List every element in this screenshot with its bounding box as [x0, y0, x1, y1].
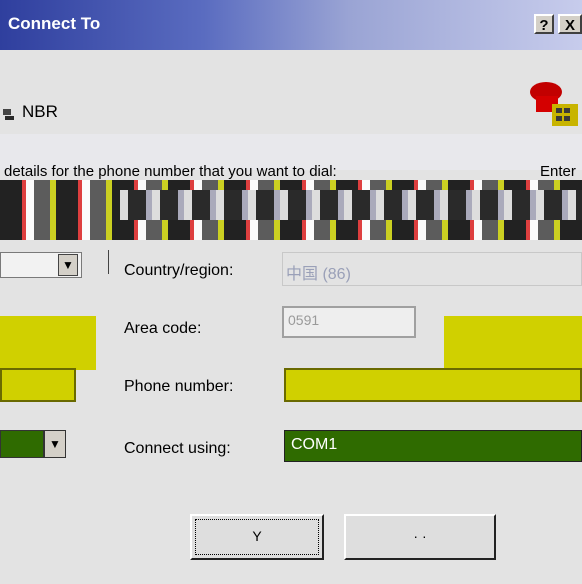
area-code-input[interactable]: 0591 — [282, 306, 416, 338]
phone-number-label: Phone number: — [124, 378, 234, 395]
area-code-label: Area code: — [124, 320, 202, 337]
help-button[interactable]: ? — [534, 14, 554, 34]
connection-icon — [3, 109, 14, 120]
separator — [108, 250, 111, 274]
chevron-down-icon[interactable]: ▼ — [58, 254, 78, 276]
left-combo-box-2[interactable] — [0, 430, 44, 458]
phone-number-input[interactable] — [284, 368, 582, 402]
highlight-band-left — [0, 316, 96, 370]
connect-using-label: Connect using: — [124, 440, 231, 457]
left-input-field[interactable] — [0, 368, 76, 402]
telephone-icon — [530, 82, 578, 126]
close-button[interactable]: X — [558, 14, 582, 34]
garbled-region-overlay — [120, 190, 582, 220]
dial-button[interactable]: Y — [190, 514, 324, 560]
cancel-button[interactable]: · · — [344, 514, 496, 560]
instruction-text: details for the phone number that you wa… — [4, 163, 337, 180]
highlight-band-right — [444, 316, 582, 370]
country-label: Country/region: — [124, 262, 234, 279]
connect-using-select[interactable]: COM1 — [284, 430, 582, 462]
connection-name: NBR — [22, 102, 58, 121]
instruction-text-right: Enter — [540, 163, 576, 180]
window-title: Connect To — [8, 14, 101, 33]
country-value: 中国 (86) — [286, 266, 351, 283]
chevron-down-icon[interactable]: ▼ — [44, 430, 66, 458]
